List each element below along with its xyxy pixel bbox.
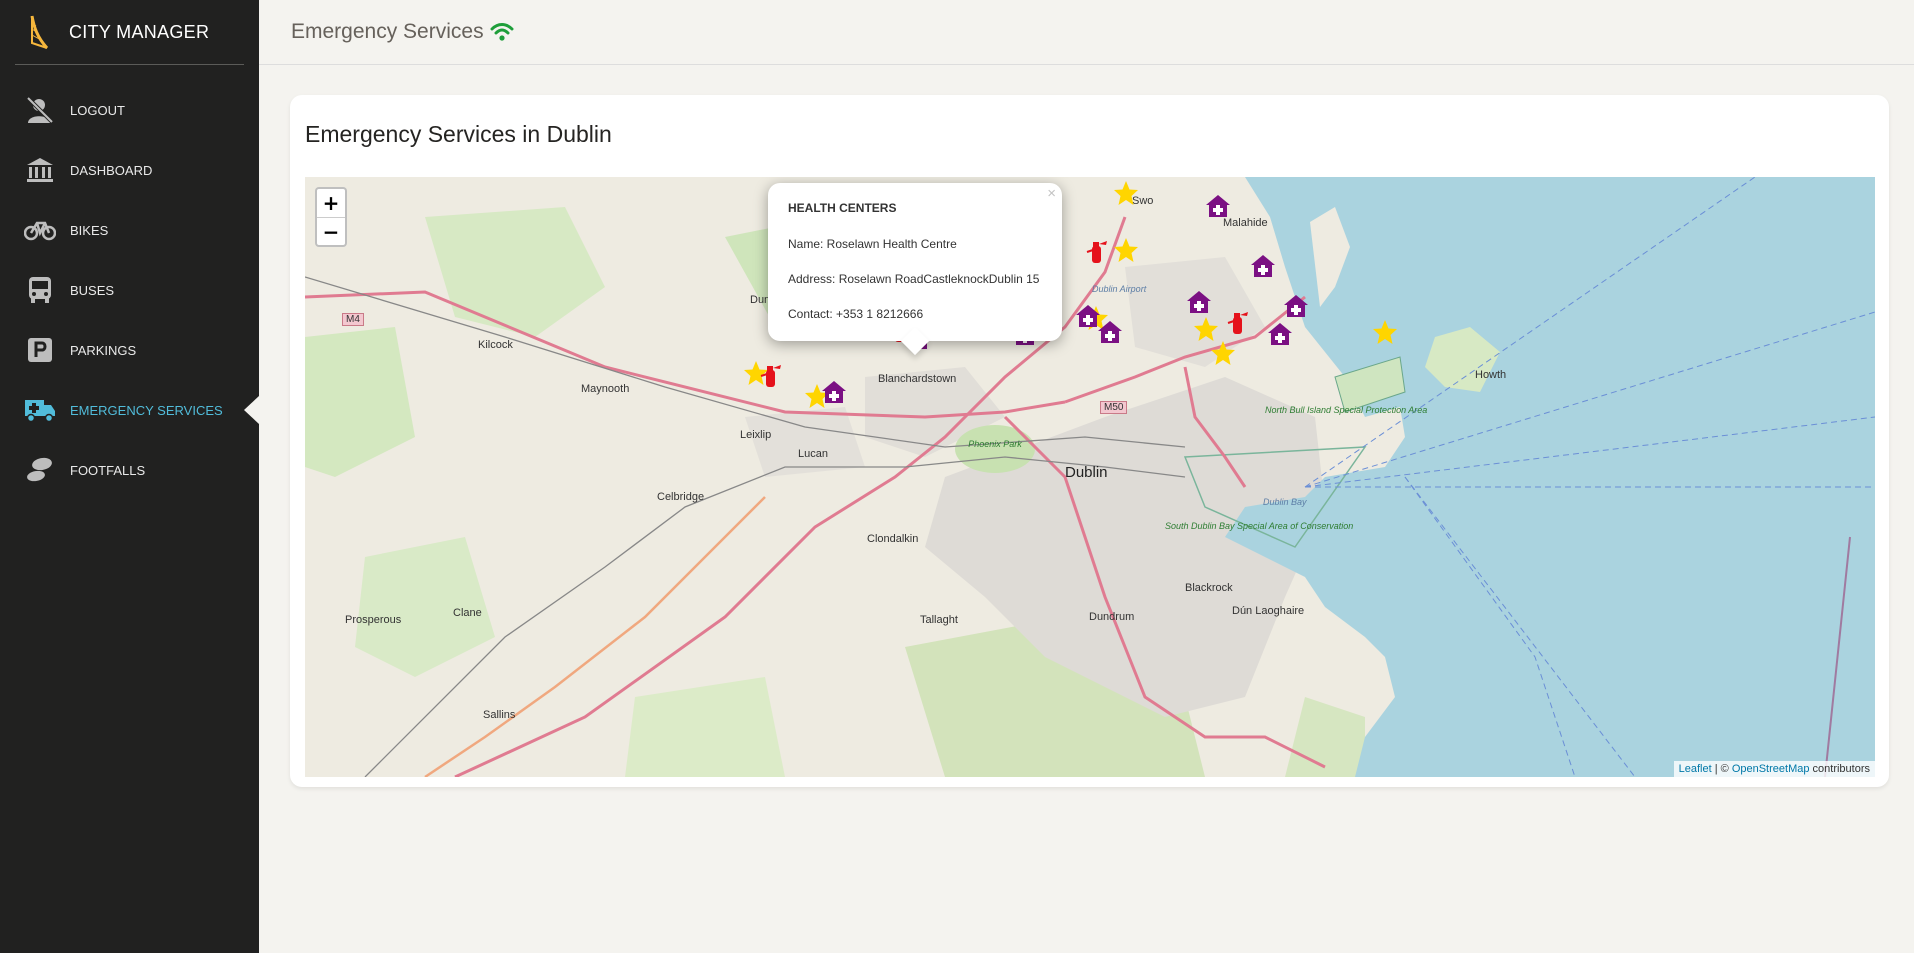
osm-link[interactable]: OpenStreetMap: [1732, 763, 1810, 775]
emergency-map-card: Emergency Services in Dublin Dublin Swo …: [290, 95, 1889, 787]
place-label-leixlip: Leixlip: [740, 429, 772, 441]
road-shield-m4: M4: [342, 313, 364, 326]
star-marker-icon[interactable]: [1193, 316, 1219, 342]
sidebar-item-label: EMERGENCY SERVICES: [70, 402, 223, 418]
place-label-maynooth: Maynooth: [581, 383, 630, 395]
health-center-marker-icon[interactable]: [1250, 253, 1276, 279]
place-label-dundrum: Dundrum: [1089, 611, 1135, 623]
place-label-dublin-bay: Dublin Bay: [1263, 497, 1307, 507]
bank-icon: [24, 154, 56, 186]
sidebar-item-parkings[interactable]: PARKINGS: [0, 320, 259, 380]
footprints-icon: [24, 454, 56, 486]
popup-category: HEALTH CENTERS: [788, 201, 897, 215]
attribution-suffix: contributors: [1809, 763, 1870, 775]
sidebar-item-label: FOOTFALLS: [70, 462, 146, 478]
top-navbar: Emergency Services: [259, 0, 1914, 65]
place-label-lucan: Lucan: [798, 448, 828, 460]
card-title: Emergency Services in Dublin: [305, 121, 612, 147]
popup-name: Name: Roselawn Health Centre: [788, 237, 957, 251]
logout-user-icon: [24, 94, 56, 126]
sidebar-item-dashboard[interactable]: DASHBOARD: [0, 140, 259, 200]
health-center-marker-icon[interactable]: [821, 379, 847, 405]
sidebar-item-label: BIKES: [70, 222, 109, 238]
sidebar-item-bikes[interactable]: BIKES: [0, 200, 259, 260]
brand[interactable]: CITY MANAGER: [15, 0, 244, 65]
fire-station-marker-icon[interactable]: [757, 362, 783, 388]
popup-close-button[interactable]: ×: [1047, 185, 1056, 202]
health-center-marker-icon[interactable]: [1267, 321, 1293, 347]
place-label-tallaght: Tallaght: [920, 614, 958, 626]
page-title: Emergency Services: [291, 20, 484, 43]
bike-icon: [24, 214, 56, 246]
star-marker-icon[interactable]: [1210, 340, 1236, 366]
sidebar-item-label: DASHBOARD: [70, 162, 153, 178]
sidebar-item-emergency-services[interactable]: EMERGENCY SERVICES: [0, 380, 259, 440]
place-label-celbridge: Celbridge: [657, 491, 705, 503]
parking-icon: [24, 334, 56, 366]
popup-contact: Contact: +353 1 8212666: [788, 307, 924, 321]
brand-name: CITY MANAGER: [69, 21, 210, 42]
place-label-dublin: Dublin: [1065, 464, 1108, 481]
fire-station-marker-icon[interactable]: [1224, 309, 1250, 335]
ambulance-icon: [24, 394, 56, 426]
place-label-phoenix-park: Phoenix Park: [968, 439, 1022, 449]
health-center-marker-icon[interactable]: [1097, 319, 1123, 345]
health-center-marker-icon[interactable]: [1283, 293, 1309, 319]
harp-logo-icon: [30, 15, 49, 50]
sidebar-item-label: PARKINGS: [70, 342, 137, 358]
fire-station-marker-icon[interactable]: [1083, 238, 1109, 264]
sidebar-nav: LOGOUT DASHBOARD BIKES BUSES PARKINGS EM…: [0, 80, 259, 500]
sidebar-item-logout[interactable]: LOGOUT: [0, 80, 259, 140]
leaflet-map[interactable]: Dublin Swo Malahide Howth Kilcock Maynoo…: [305, 177, 1875, 777]
health-center-marker-icon[interactable]: [1186, 289, 1212, 315]
wifi-icon: [490, 23, 514, 41]
star-marker-icon[interactable]: [1113, 180, 1139, 206]
sidebar-item-label: LOGOUT: [70, 102, 125, 118]
place-label-clondalkin: Clondalkin: [867, 533, 919, 545]
map-popup: × HEALTH CENTERS Name: Roselawn Health C…: [768, 183, 1062, 341]
place-label-howth: Howth: [1475, 369, 1507, 381]
place-label-south-dublin-bay: South Dublin Bay Special Area of Conserv…: [1165, 521, 1353, 531]
leaflet-link[interactable]: Leaflet: [1679, 763, 1712, 775]
zoom-in-button[interactable]: +: [317, 189, 345, 217]
place-label-sallins: Sallins: [483, 709, 516, 721]
zoom-control: + −: [315, 187, 347, 247]
bus-icon: [24, 274, 56, 306]
health-center-marker-icon[interactable]: [1205, 193, 1231, 219]
star-marker-icon[interactable]: [1113, 237, 1139, 263]
zoom-out-button[interactable]: −: [317, 217, 345, 245]
place-label-clane: Clane: [453, 607, 482, 619]
place-label-dunlaoghaire: Dún Laoghaire: [1232, 605, 1305, 617]
popup-address: Address: Roselawn RoadCastleknockDublin …: [788, 272, 1040, 286]
star-marker-icon[interactable]: [1372, 319, 1398, 345]
place-label-prosperous: Prosperous: [345, 614, 402, 626]
road-shield-m50: M50: [1100, 401, 1128, 414]
sidebar: CITY MANAGER LOGOUT DASHBOARD BIKES BUSE…: [0, 0, 259, 953]
map-attribution: Leaflet | © OpenStreetMap contributors: [1673, 761, 1875, 777]
sidebar-item-buses[interactable]: BUSES: [0, 260, 259, 320]
place-label-blackrock: Blackrock: [1185, 582, 1233, 594]
attribution-separator: | ©: [1711, 763, 1732, 775]
sidebar-item-footfalls[interactable]: FOOTFALLS: [0, 440, 259, 500]
place-label-dublin-airport: Dublin Airport: [1092, 284, 1147, 294]
place-label-blanchardstown: Blanchardstown: [878, 373, 957, 385]
place-label-bull-island: North Bull Island Special Protection Are…: [1265, 405, 1427, 415]
place-label-kilcock: Kilcock: [478, 339, 513, 351]
sidebar-item-label: BUSES: [70, 282, 115, 298]
